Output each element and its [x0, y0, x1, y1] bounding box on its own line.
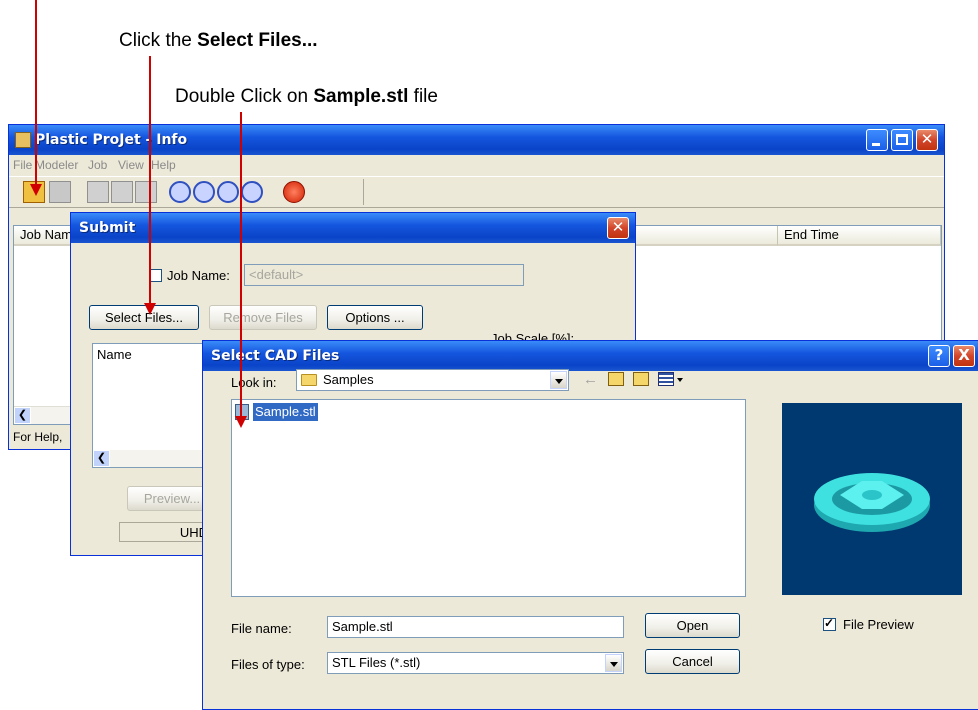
- job-icon-2[interactable]: [49, 181, 71, 203]
- view-menu-chevron-icon[interactable]: [677, 378, 683, 382]
- move-down-icon[interactable]: [217, 181, 239, 203]
- sample-part-preview: [814, 473, 930, 532]
- main-window-title: Plastic ProJet - Info: [35, 132, 188, 148]
- cancel-button[interactable]: Cancel: [645, 649, 740, 674]
- file-type-dropdown-button[interactable]: [605, 654, 622, 672]
- look-in-label: Look in:: [231, 375, 277, 390]
- minimize-icon: [872, 143, 880, 146]
- maximize-button[interactable]: [891, 129, 913, 151]
- annotation-arrow-toolbar-head: [30, 184, 42, 196]
- look-in-dropdown-button[interactable]: [550, 371, 567, 389]
- submit-dialog-title: Submit: [79, 220, 136, 236]
- instruction-step-2: Double Click on Sample.stl file: [175, 86, 438, 107]
- menu-job[interactable]: Job: [88, 155, 107, 175]
- file-preview-checkbox[interactable]: ✓: [823, 616, 836, 631]
- look-in-select[interactable]: Samples: [296, 369, 569, 391]
- minimize-button[interactable]: [866, 129, 888, 151]
- annotation-arrow-sample-line: [240, 112, 242, 418]
- move-up-icon[interactable]: [169, 181, 191, 203]
- cad-file-list[interactable]: Sample.stl: [231, 399, 746, 597]
- annotation-arrow-select-files-head: [144, 303, 156, 315]
- instruction-step-1: Click the Select Files...: [119, 30, 318, 51]
- file-name-label: File name:: [231, 621, 292, 636]
- app-icon: [15, 132, 31, 148]
- cad-close-button[interactable]: X: [953, 345, 975, 367]
- new-folder-icon[interactable]: [633, 372, 649, 386]
- file-preview-panel: [782, 403, 962, 595]
- submit-titlebar[interactable]: Submit ✕: [71, 213, 635, 243]
- checkmark-icon: ✓: [824, 616, 835, 630]
- submit-file-list[interactable]: Name ❮: [92, 343, 212, 468]
- scroll-left-button[interactable]: ❮: [14, 407, 31, 424]
- status-bar-text: For Help,: [13, 430, 63, 444]
- up-folder-icon[interactable]: [608, 372, 624, 386]
- move-top-icon[interactable]: [193, 181, 215, 203]
- file-item-label: Sample.stl: [253, 403, 318, 421]
- chevron-left-icon: ❮: [96, 452, 107, 464]
- file-type-label: Files of type:: [231, 657, 305, 672]
- annotation-arrow-sample-head: [235, 416, 247, 428]
- maximize-icon: [896, 134, 908, 145]
- job-name-input[interactable]: <default>: [244, 264, 524, 286]
- move-bottom-icon[interactable]: [241, 181, 263, 203]
- open-button[interactable]: Open: [645, 613, 740, 638]
- job-name-label: Job Name:: [167, 268, 230, 283]
- toolbar-divider: [363, 179, 364, 205]
- help-button[interactable]: ?: [928, 345, 950, 367]
- look-in-value: Samples: [323, 372, 374, 387]
- options-button[interactable]: Options ...: [327, 305, 423, 330]
- cad-titlebar[interactable]: Select CAD Files ? X: [203, 341, 978, 371]
- job-icon-3[interactable]: [87, 181, 109, 203]
- help-icon: ?: [934, 346, 944, 364]
- select-cad-files-dialog: Select CAD Files ? X Look in: Samples ← …: [202, 340, 978, 710]
- file-type-value: STL Files (*.stl): [332, 655, 421, 670]
- cad-dialog-title: Select CAD Files: [211, 348, 340, 364]
- menu-help[interactable]: Help: [151, 155, 176, 175]
- annotation-arrow-toolbar-line: [35, 0, 37, 186]
- name-column-header[interactable]: Name: [97, 347, 132, 362]
- chevron-left-icon: ❮: [17, 409, 28, 421]
- menu-view[interactable]: View: [118, 155, 144, 175]
- column-end-time[interactable]: End Time: [778, 226, 941, 246]
- folder-icon: [301, 374, 317, 386]
- file-preview-label: File Preview: [843, 617, 914, 632]
- menu-modeler[interactable]: Modeler: [35, 155, 78, 175]
- file-name-input[interactable]: Sample.stl: [327, 616, 624, 638]
- close-icon: ✕: [920, 130, 934, 148]
- mode-indicator: UHD: [119, 522, 209, 542]
- submit-list-scrollbar[interactable]: ❮: [93, 450, 211, 467]
- view-menu-icon[interactable]: [658, 372, 674, 386]
- submit-scroll-left[interactable]: ❮: [93, 450, 110, 467]
- annotation-arrow-select-files-line: [149, 56, 151, 305]
- job-icon-5[interactable]: [135, 181, 157, 203]
- main-close-button[interactable]: ✕: [916, 129, 938, 151]
- back-arrow-icon[interactable]: ←: [583, 371, 598, 388]
- job-icon-4[interactable]: [111, 181, 133, 203]
- stop-icon[interactable]: [283, 181, 305, 203]
- remove-files-button[interactable]: Remove Files: [209, 305, 317, 330]
- close-icon: X: [958, 346, 970, 364]
- submit-close-button[interactable]: ✕: [607, 217, 629, 239]
- menu-file[interactable]: File: [13, 155, 32, 175]
- close-icon: ✕: [611, 218, 625, 236]
- file-type-select[interactable]: STL Files (*.stl): [327, 652, 624, 674]
